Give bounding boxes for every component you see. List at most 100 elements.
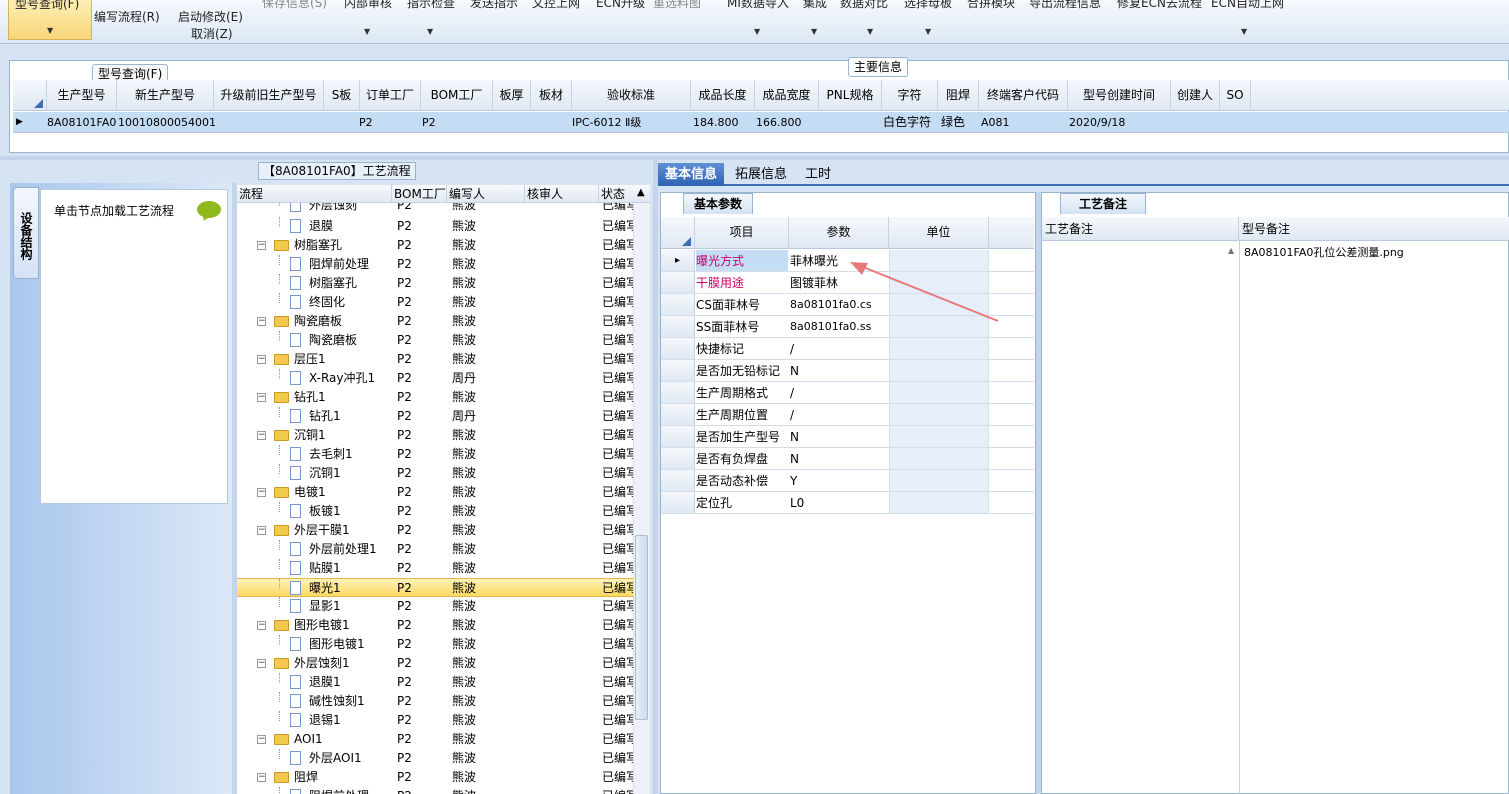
param-value[interactable]: 菲林曝光: [790, 250, 838, 272]
tree-row[interactable]: 外层AOI1 P2 熊波 已编写: [237, 749, 633, 768]
cell-bom-factory[interactable]: P2: [422, 112, 436, 133]
tree-row[interactable]: 图形电镀1 P2 熊波 已编写: [237, 635, 633, 654]
col-header[interactable]: BOM工厂: [421, 80, 493, 111]
col-header[interactable]: 字符: [882, 80, 938, 111]
tab-basic-info[interactable]: 基本信息: [658, 163, 725, 186]
tab-device-structure[interactable]: 设备结构: [13, 187, 39, 279]
col-header[interactable]: 编写人: [447, 185, 525, 203]
col-header[interactable]: 创建人: [1171, 80, 1220, 111]
cell-new-model[interactable]: 10010800054001: [118, 112, 216, 133]
row-header[interactable]: [661, 272, 695, 293]
cancel-button[interactable]: 取消(Z): [191, 25, 233, 42]
param-unit[interactable]: [889, 470, 989, 491]
data-compare-button[interactable]: 数据对比: [840, 0, 888, 11]
ecn-auto-button[interactable]: ECN自动上网: [1211, 0, 1284, 11]
tree-row[interactable]: 陶瓷磨板 P2 熊波 已编写: [237, 331, 633, 350]
send-indicator-button[interactable]: 发送指示: [470, 0, 518, 11]
row-header[interactable]: [661, 426, 695, 447]
select-master-button[interactable]: 选择母板: [904, 0, 952, 11]
tree-row[interactable]: − 外层干膜1 P2 熊波 已编写: [237, 521, 633, 540]
tree-row[interactable]: − 钻孔1 P2 熊波 已编写: [237, 388, 633, 407]
tab-extended-info[interactable]: 拓展信息: [728, 163, 794, 186]
col-header[interactable]: 板材: [531, 80, 572, 111]
col-header-process-remark[interactable]: 工艺备注: [1042, 217, 1239, 241]
tree-scroll-thumb[interactable]: [635, 535, 648, 720]
tab-work-hours[interactable]: 工时: [798, 163, 838, 186]
collapse-icon[interactable]: −: [257, 355, 266, 364]
cell-created[interactable]: 2020/9/18: [1069, 112, 1125, 133]
col-header[interactable]: 新生产型号: [117, 80, 214, 111]
tree-row[interactable]: 退锡1 P2 熊波 已编写: [237, 711, 633, 730]
vertical-splitter[interactable]: [232, 183, 237, 794]
col-header-unit[interactable]: 单位: [889, 217, 989, 249]
tree-row[interactable]: X-Ray冲孔1 P2 周丹 已编写: [237, 369, 633, 388]
row-header[interactable]: [661, 360, 695, 381]
chevron-down-icon[interactable]: ▼: [427, 27, 433, 36]
collapse-icon[interactable]: −: [257, 621, 266, 630]
collapse-icon[interactable]: −: [257, 659, 266, 668]
param-row[interactable]: 定位孔 L0: [661, 492, 1034, 514]
scroll-up-icon[interactable]: ▲: [1228, 246, 1234, 255]
cell-standard[interactable]: IPC-6012 Ⅱ级: [572, 112, 641, 133]
collapse-icon[interactable]: −: [257, 393, 266, 402]
param-value[interactable]: L0: [790, 492, 804, 514]
vertical-splitter[interactable]: [653, 160, 658, 794]
splitter[interactable]: [0, 156, 1509, 160]
model-query-button[interactable]: 型号查询(F) ▼: [8, 0, 92, 40]
param-value[interactable]: N: [790, 448, 799, 470]
tree-row[interactable]: 终固化 P2 熊波 已编写: [237, 293, 633, 312]
param-unit[interactable]: [889, 382, 989, 403]
param-row[interactable]: 是否加生产型号 N: [661, 426, 1034, 448]
collapse-icon[interactable]: −: [257, 431, 266, 440]
col-header-param[interactable]: 参数: [789, 217, 889, 249]
chevron-down-icon[interactable]: ▼: [811, 27, 817, 36]
col-header[interactable]: 核审人: [525, 185, 599, 203]
cell-prod-model[interactable]: 8A08101FA0: [47, 112, 116, 133]
start-modify-button[interactable]: 启动修改(E): [178, 8, 243, 25]
param-unit[interactable]: [889, 338, 989, 359]
row-header[interactable]: ▸: [661, 250, 695, 271]
param-unit[interactable]: [889, 448, 989, 469]
row-header[interactable]: [661, 404, 695, 425]
col-header[interactable]: SO: [1220, 80, 1251, 111]
mi-import-button[interactable]: MI数据导入: [727, 0, 789, 11]
tree-row[interactable]: − 层压1 P2 熊波 已编写: [237, 350, 633, 369]
col-header[interactable]: 验收标准: [572, 80, 691, 111]
tree-row[interactable]: 钻孔1 P2 周丹 已编写: [237, 407, 633, 426]
param-row[interactable]: 生产周期格式 /: [661, 382, 1034, 404]
collapse-icon[interactable]: −: [257, 241, 266, 250]
cell-customer[interactable]: A081: [981, 112, 1010, 133]
param-row[interactable]: 是否加无铅标记 N: [661, 360, 1034, 382]
param-unit[interactable]: [889, 426, 989, 447]
tree-row[interactable]: 退膜 P2 熊波 已编写: [237, 217, 633, 236]
collapse-icon[interactable]: −: [257, 735, 266, 744]
save-info-button[interactable]: 保存信息(S): [262, 0, 327, 11]
cell-char[interactable]: 白色字符: [883, 112, 931, 133]
tree-row[interactable]: − 图形电镀1 P2 熊波 已编写: [237, 616, 633, 635]
indicator-check-button[interactable]: 指示检查: [407, 0, 455, 11]
tree-row[interactable]: 显影1 P2 熊波 已编写: [237, 597, 633, 616]
col-header-model-remark[interactable]: 型号备注: [1239, 217, 1509, 241]
tree-row[interactable]: 外层蚀刻 P2 熊波 已编写: [237, 203, 633, 215]
col-header-item[interactable]: 项目: [695, 217, 789, 249]
tree-row[interactable]: 去毛刺1 P2 熊波 已编写: [237, 445, 633, 464]
cell-order-factory[interactable]: P2: [359, 112, 373, 133]
tree-row[interactable]: 贴膜1 P2 熊波 已编写: [237, 559, 633, 578]
scroll-up-icon[interactable]: ▲: [637, 187, 645, 198]
tree-row[interactable]: − 阻焊 P2 熊波 已编写: [237, 768, 633, 787]
param-row[interactable]: 生产周期位置 /: [661, 404, 1034, 426]
row-header[interactable]: [661, 492, 695, 513]
export-flow-button[interactable]: 导出流程信息: [1029, 0, 1101, 11]
chevron-down-icon[interactable]: ▼: [364, 27, 370, 36]
param-row[interactable]: 快捷标记 /: [661, 338, 1034, 360]
model-note-text[interactable]: 8A08101FA0孔位公差测量.png: [1244, 244, 1404, 260]
cell-mask[interactable]: 绿色: [941, 112, 965, 133]
tree-row[interactable]: − 沉铜1 P2 熊波 已编写: [237, 426, 633, 445]
submit-online-button[interactable]: 文控上网: [532, 0, 580, 11]
param-value[interactable]: /: [790, 382, 794, 404]
tree-row[interactable]: 阻焊前处理 P2 熊波 已编写: [237, 787, 633, 794]
tree-row[interactable]: 树脂塞孔 P2 熊波 已编写: [237, 274, 633, 293]
col-header[interactable]: BOM工厂: [392, 185, 447, 203]
tree-row[interactable]: − 树脂塞孔 P2 熊波 已编写: [237, 236, 633, 255]
internal-review-button[interactable]: 内部审核: [344, 0, 392, 11]
